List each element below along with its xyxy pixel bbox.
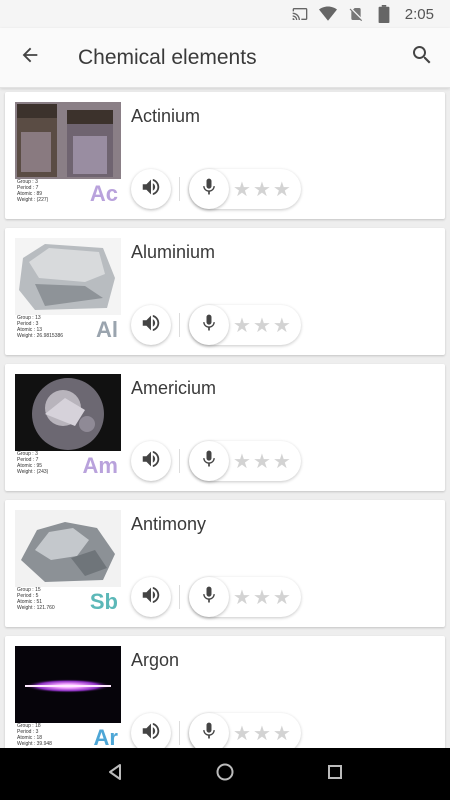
volume-icon: [140, 584, 162, 611]
element-card[interactable]: Group : 3 Period : 7 Atomic : 95 Weight …: [5, 364, 445, 491]
rating-stars: ★ ★ ★: [233, 305, 291, 345]
elements-list[interactable]: Group : 3 Period : 7 Atomic : 89 Weight …: [0, 88, 450, 748]
element-card[interactable]: Group : 18 Period : 3 Atomic : 18 Weight…: [5, 636, 445, 748]
element-name: Americium: [131, 378, 217, 398]
star-icon: ★: [272, 313, 291, 337]
no-sim-icon: [347, 6, 365, 22]
microphone-icon: [199, 176, 219, 203]
status-time: 2:05: [404, 5, 434, 23]
element-name: Argon: [131, 650, 180, 670]
element-card[interactable]: Group : 13 Period : 3 Atomic : 13 Weight…: [5, 228, 445, 355]
microphone-icon: [199, 312, 219, 339]
system-nav-bar: [0, 748, 450, 800]
microphone-icon: [199, 720, 219, 747]
divider: [179, 177, 180, 201]
pronunciation-control: ★ ★ ★: [189, 577, 301, 617]
play-sound-button[interactable]: [131, 169, 171, 209]
star-icon: ★: [252, 721, 271, 745]
star-icon: ★: [252, 313, 271, 337]
element-photo: [15, 646, 121, 723]
back-button[interactable]: [0, 28, 60, 88]
element-name: Aluminium: [131, 242, 216, 262]
element-thumbnail: Group : 3 Period : 7 Atomic : 89 Weight …: [15, 102, 121, 209]
pronunciation-control: ★ ★ ★: [189, 441, 301, 481]
volume-icon: [140, 176, 162, 203]
rating-stars: ★ ★ ★: [233, 713, 291, 748]
record-button[interactable]: [189, 713, 229, 748]
wifi-icon: [318, 6, 337, 22]
status-bar: 2:05: [0, 0, 450, 28]
play-sound-button[interactable]: [131, 713, 171, 748]
element-symbol: Ac: [89, 181, 118, 206]
search-button[interactable]: [394, 28, 450, 88]
rating-stars: ★ ★ ★: [233, 441, 291, 481]
element-card[interactable]: Group : 3 Period : 7 Atomic : 89 Weight …: [5, 92, 445, 219]
star-icon: ★: [272, 585, 291, 609]
app-bar: Chemical elements: [0, 28, 450, 88]
nav-home-button[interactable]: [205, 754, 245, 794]
play-sound-button[interactable]: [131, 441, 171, 481]
pronunciation-control: ★ ★ ★: [189, 169, 301, 209]
arrow-back-icon: [19, 44, 41, 71]
divider: [179, 313, 180, 337]
microphone-icon: [199, 584, 219, 611]
battery-icon: [375, 5, 393, 23]
star-icon: ★: [272, 177, 291, 201]
element-thumbnail: Group : 18 Period : 3 Atomic : 18 Weight…: [15, 646, 121, 748]
star-icon: ★: [233, 177, 251, 201]
rating-stars: ★ ★ ★: [233, 577, 291, 617]
divider: [179, 585, 180, 609]
microphone-icon: [199, 448, 219, 475]
element-thumbnail: Group : 3 Period : 7 Atomic : 95 Weight …: [15, 374, 121, 481]
element-photo: [15, 510, 121, 587]
play-sound-button[interactable]: [131, 305, 171, 345]
volume-icon: [140, 448, 162, 475]
star-icon: ★: [272, 721, 291, 745]
record-button[interactable]: [189, 169, 229, 209]
element-thumbnail: Group : 15 Period : 5 Atomic : 51 Weight…: [15, 510, 121, 617]
nav-recents-button[interactable]: [315, 754, 355, 794]
element-symbol: Al: [96, 317, 118, 342]
circle-home-icon: [215, 762, 235, 787]
star-icon: ★: [233, 449, 251, 473]
volume-icon: [140, 720, 162, 747]
search-icon: [410, 43, 434, 72]
record-button[interactable]: [189, 305, 229, 345]
element-symbol: Ar: [93, 725, 118, 748]
cast-icon: [291, 6, 309, 22]
element-photo: [15, 374, 121, 451]
record-button[interactable]: [189, 441, 229, 481]
triangle-back-icon: [106, 763, 124, 786]
rating-stars: ★ ★ ★: [233, 169, 291, 209]
nav-back-button[interactable]: [95, 754, 135, 794]
star-icon: ★: [233, 721, 251, 745]
element-photo: [15, 102, 121, 179]
element-thumbnail: Group : 13 Period : 3 Atomic : 13 Weight…: [15, 238, 121, 345]
element-symbol: Sb: [89, 589, 118, 614]
element-photo: [15, 238, 121, 315]
divider: [179, 449, 180, 473]
square-recents-icon: [327, 764, 343, 785]
star-icon: ★: [272, 449, 291, 473]
play-sound-button[interactable]: [131, 577, 171, 617]
element-card[interactable]: Group : 15 Period : 5 Atomic : 51 Weight…: [5, 500, 445, 627]
pronunciation-control: ★ ★ ★: [189, 305, 301, 345]
star-icon: ★: [252, 177, 271, 201]
element-name: Antimony: [131, 514, 207, 534]
volume-icon: [140, 312, 162, 339]
star-icon: ★: [233, 313, 251, 337]
divider: [179, 721, 180, 745]
star-icon: ★: [252, 585, 271, 609]
star-icon: ★: [252, 449, 271, 473]
pronunciation-control: ★ ★ ★: [189, 713, 301, 748]
record-button[interactable]: [189, 577, 229, 617]
element-name: Actinium: [131, 106, 201, 126]
star-icon: ★: [233, 585, 251, 609]
page-title: Chemical elements: [78, 45, 257, 69]
element-symbol: Am: [82, 453, 118, 478]
